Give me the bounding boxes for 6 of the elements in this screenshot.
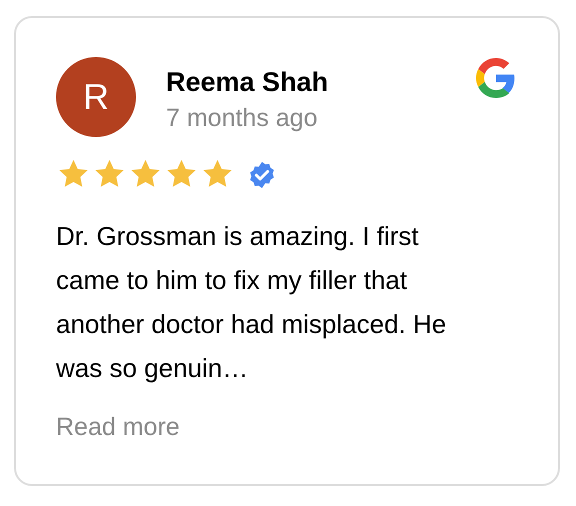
avatar: R	[56, 57, 136, 137]
read-more-link[interactable]: Read more	[56, 410, 180, 444]
review-time: 7 months ago	[166, 103, 318, 134]
author-name: Reema Shah	[166, 66, 330, 99]
review-text: Dr. Grossman is amazing. I first came to him to fix my filler that another doctor had misplaced. He was so genuin…	[56, 220, 448, 385]
google-logo-icon	[476, 58, 516, 98]
